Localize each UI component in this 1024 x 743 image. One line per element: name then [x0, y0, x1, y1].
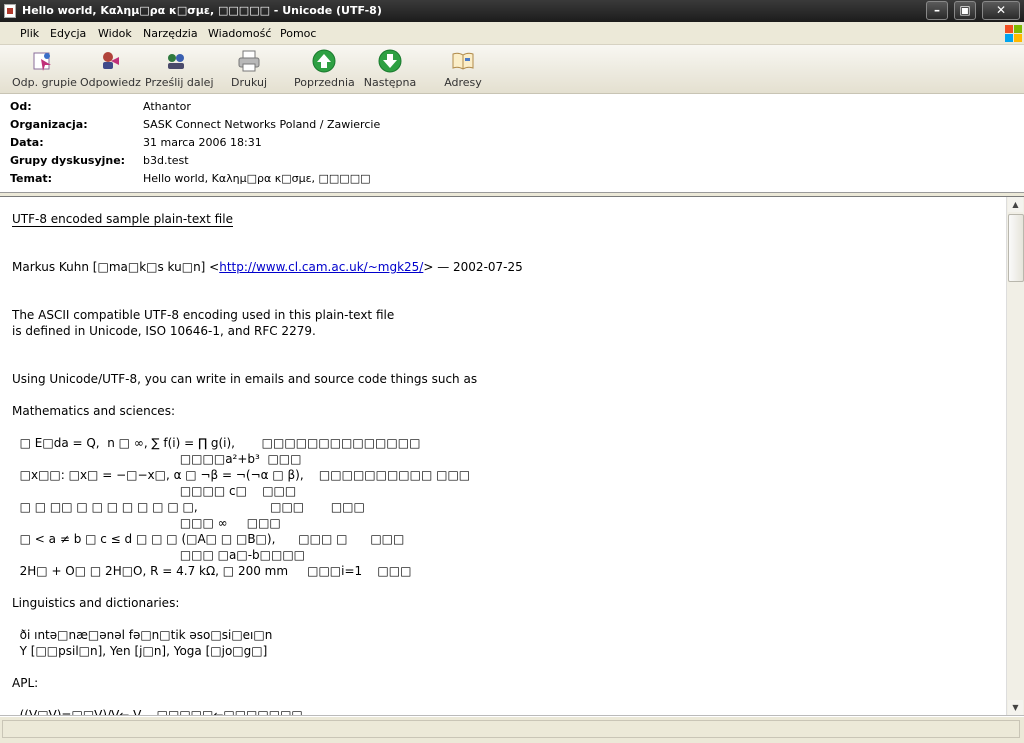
status-bar: [0, 716, 1024, 743]
reply-button[interactable]: Odpowiedz: [80, 49, 141, 91]
scroll-down-icon[interactable]: ▼: [1008, 700, 1023, 715]
author-date: > — 2002-07-25: [423, 260, 523, 274]
math-line: □□□ ∞ □□□: [12, 516, 281, 530]
linguistics-line: ði ıntə□næ□ənəl fə□n□tik əso□si□eı□n: [12, 628, 273, 642]
vertical-scrollbar[interactable]: ▲ ▼: [1006, 197, 1024, 715]
forward-icon: [168, 54, 184, 69]
menu-bar: Plik Edycja Widok Narzędzia Wiadomość Po…: [0, 22, 1024, 45]
header-from-value: Athantor: [143, 100, 191, 113]
message-title: UTF-8 encoded sample plain-text file: [12, 212, 233, 227]
address-book-button[interactable]: Adresy: [442, 49, 484, 91]
title-bar: Hello world, Καλημ□ρα κ□σμε, □□□□□ - Uni…: [0, 0, 1024, 22]
math-heading: Mathematics and sciences:: [12, 404, 175, 418]
header-newsgroups-label: Grupy dyskusyjne:: [10, 154, 126, 167]
header-organization-value: SASK Connect Networks Poland / Zawiercie: [143, 118, 381, 131]
header-subject-value: Hello world, Καλημ□ρα κ□σμε, □□□□□: [143, 172, 371, 185]
menu-edit[interactable]: Edycja: [50, 27, 86, 40]
maximize-button[interactable]: ▣: [954, 1, 976, 20]
header-subject-label: Temat:: [10, 172, 53, 185]
up-arrow-icon: [312, 49, 336, 73]
apl-line: ((V□V)=□□V)/V←,V □□□□□←□□□□□□□: [12, 708, 303, 716]
reply-label: Odpowiedz: [80, 76, 141, 89]
math-line: □□□ □a□-b□□□□: [12, 548, 305, 562]
message-header-pane: Od: Athantor Organizacja: SASK Connect N…: [0, 94, 1024, 193]
math-line: □□□□ c□ □□□: [12, 484, 297, 498]
menu-message[interactable]: Wiadomość: [208, 27, 271, 40]
apl-heading: APL:: [12, 676, 39, 690]
header-organization-label: Organizacja:: [10, 118, 88, 131]
scroll-up-icon[interactable]: ▲: [1008, 197, 1023, 212]
close-button[interactable]: ✕: [982, 1, 1020, 20]
print-label: Drukuj: [230, 76, 268, 89]
message-text: UTF-8 encoded sample plain-text file Mar…: [12, 211, 992, 716]
printer-icon: [238, 50, 260, 72]
using-line: Using Unicode/UTF-8, you can write in em…: [12, 372, 478, 386]
forward-button[interactable]: Prześlij dalej: [145, 49, 214, 91]
status-field: [2, 720, 1020, 738]
menu-view[interactable]: Widok: [98, 27, 132, 40]
intro-line-1: The ASCII compatible UTF-8 encoding used…: [12, 308, 395, 322]
reply-group-label: Odp. grupie: [12, 76, 77, 89]
author-link[interactable]: http://www.cl.cam.ac.uk/~mgk25/: [219, 260, 423, 274]
math-line: □ < a ≠ b □ c ≤ d □ □ □ (□A□ □ □B□), □□□…: [12, 532, 405, 546]
header-date-label: Data:: [10, 136, 44, 149]
linguistics-line: Y [□□psil□n], Yen [j□n], Yoga [□jo□g□]: [12, 644, 268, 658]
math-line: 2H□ + O□ □ 2H□O, R = 4.7 kΩ, □ 200 mm □□…: [12, 564, 412, 578]
next-button[interactable]: Następna: [362, 49, 418, 91]
address-book-label: Adresy: [444, 76, 482, 89]
scroll-thumb[interactable]: [1008, 214, 1024, 282]
math-line: □ E□da = Q, n □ ∞, ∑ f(i) = ∏ g(i), □□□□…: [12, 436, 421, 450]
reply-group-button[interactable]: Odp. grupie: [12, 49, 77, 91]
author-name: Markus Kuhn [□ma□k□s ku□n] <: [12, 260, 220, 274]
windows-logo-icon: [1004, 24, 1022, 42]
header-newsgroups-value: b3d.test: [143, 154, 189, 167]
minimize-button[interactable]: –: [926, 1, 948, 20]
forward-label: Prześlij dalej: [145, 76, 214, 89]
down-arrow-icon: [378, 49, 402, 73]
math-line: □x□□: □x□ = −□−x□, α □ ¬β = ¬(¬α □ β), □…: [12, 468, 471, 482]
menu-help[interactable]: Pomoc: [280, 27, 316, 40]
math-line: □□□□a²+b³ □□□: [12, 452, 302, 466]
intro-line-2: is defined in Unicode, ISO 10646-1, and …: [12, 324, 316, 338]
math-line: □ □ □□ □ □ □ □ □ □ □ □, □□□ □□□: [12, 500, 365, 514]
header-from-label: Od:: [10, 100, 32, 113]
address-book-icon: [452, 52, 474, 70]
header-date-value: 31 marca 2006 18:31: [143, 136, 262, 149]
previous-button[interactable]: Poprzednia: [294, 49, 355, 91]
message-body[interactable]: UTF-8 encoded sample plain-text file Mar…: [0, 196, 1024, 716]
reply-group-icon: [33, 52, 51, 71]
toolbar: Odp. grupie Odpowiedz Prześlij dalej Dru…: [0, 45, 1024, 94]
author-line: Markus Kuhn [□ma□k□s ku□n] <http://www.c…: [12, 259, 992, 275]
linguistics-heading: Linguistics and dictionaries:: [12, 596, 180, 610]
menu-file[interactable]: Plik: [20, 27, 39, 40]
next-label: Następna: [363, 76, 417, 89]
window-title: Hello world, Καλημ□ρα κ□σμε, □□□□□ - Uni…: [22, 4, 382, 17]
print-button[interactable]: Drukuj: [228, 49, 270, 91]
reply-icon: [103, 52, 119, 69]
previous-label: Poprzednia: [294, 76, 355, 89]
menu-tools[interactable]: Narzędzia: [143, 27, 198, 40]
message-icon: [4, 4, 16, 18]
